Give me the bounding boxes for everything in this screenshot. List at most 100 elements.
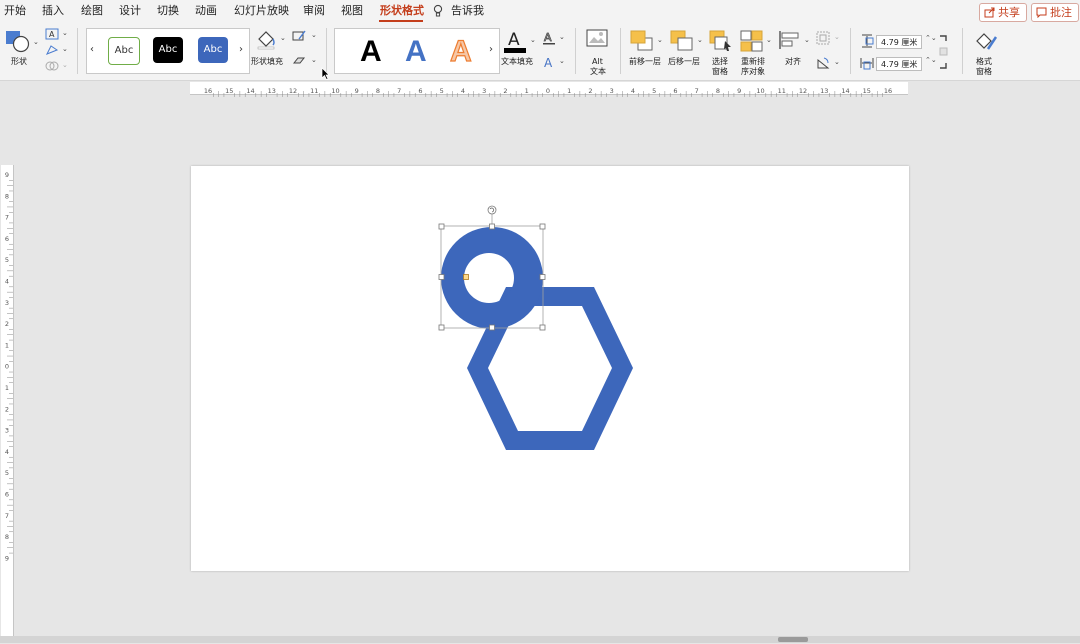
tab-draw[interactable]: 绘图 — [81, 4, 103, 18]
alt-text-icon[interactable] — [586, 29, 610, 51]
svg-text:A: A — [544, 56, 553, 69]
slide-canvas[interactable] — [191, 166, 909, 571]
lock-aspect-ratio-icon[interactable] — [938, 34, 948, 70]
reorder-objects-icon[interactable] — [740, 30, 764, 52]
ruler-label: 7 — [695, 87, 699, 95]
tab-insert[interactable]: 插入 — [42, 4, 64, 18]
tab-animations[interactable]: 动画 — [195, 4, 217, 18]
gallery-prev-icon[interactable]: ‹ — [90, 44, 94, 55]
rotate-icon[interactable] — [816, 56, 830, 70]
svg-text:A: A — [49, 30, 55, 39]
text-fill-label: 文本填充 — [501, 57, 533, 66]
send-backward-dropdown-icon[interactable]: ⌄ — [697, 36, 703, 44]
comment-button[interactable]: 批注 — [1031, 3, 1079, 22]
text-effects-icon[interactable]: A — [542, 55, 556, 69]
text-outline-icon[interactable]: A — [542, 31, 556, 45]
edit-shape-dropdown-icon[interactable]: ⌄ — [62, 45, 68, 53]
ruler-label: 14 — [841, 87, 849, 95]
rotate-handle-icon[interactable] — [487, 205, 497, 215]
shape-effects-icon[interactable] — [292, 55, 306, 67]
text-outline-dropdown-icon[interactable]: ⌄ — [559, 33, 565, 41]
ruler-label: 1 — [567, 87, 571, 95]
selection-pane-icon[interactable] — [709, 30, 733, 52]
bring-forward-dropdown-icon[interactable]: ⌄ — [657, 36, 663, 44]
donut-shape[interactable] — [441, 227, 543, 329]
shapes-label: 形状 — [11, 57, 27, 66]
ruler-label: 9 — [355, 87, 359, 95]
scrollbar-thumb[interactable] — [778, 637, 808, 642]
ruler-label: 0 — [546, 87, 550, 95]
rotate-dropdown-icon[interactable]: ⌄ — [834, 58, 840, 66]
active-tab-indicator — [379, 20, 423, 22]
bring-forward-label: 前移一层 — [629, 57, 661, 66]
wordart-style-orange[interactable]: A — [449, 36, 472, 67]
shape-outline-dropdown-icon[interactable]: ⌄ — [311, 31, 317, 39]
width-stepper-icon[interactable]: ⌃⌄ — [925, 56, 937, 64]
resize-handle-bottom-left[interactable] — [438, 324, 445, 331]
ruler-label: 5 — [5, 469, 9, 477]
format-pane-label-2: 窗格 — [976, 67, 992, 76]
shape-style-blue[interactable]: Abc — [198, 37, 228, 63]
ruler-label: 3 — [610, 87, 614, 95]
wordart-next-icon[interactable]: › — [489, 44, 493, 55]
resize-handle-bottom[interactable] — [489, 324, 495, 331]
resize-handle-top-left[interactable] — [438, 223, 445, 230]
tab-design[interactable]: 设计 — [119, 4, 141, 18]
align-dropdown-icon[interactable]: ⌄ — [804, 36, 810, 44]
group-objects-icon — [816, 31, 830, 45]
ruler-label: 13 — [820, 87, 828, 95]
shape-style-outline[interactable]: Abc — [108, 37, 140, 65]
bring-forward-icon[interactable] — [630, 30, 654, 52]
shape-width-input[interactable]: 4.79 厘米 — [876, 57, 922, 71]
lightbulb-icon[interactable] — [433, 4, 443, 18]
vertical-ruler-ticks: 9 8 7 6 5 4 3 2 1 0 1 2 3 4 5 6 7 8 9 — [5, 171, 13, 562]
reorder-dropdown-icon[interactable]: ⌄ — [766, 36, 772, 44]
tab-shape-format[interactable]: 形状格式 — [380, 4, 424, 18]
text-box-icon[interactable]: A — [45, 28, 59, 40]
send-backward-icon[interactable] — [670, 30, 694, 52]
resize-handle-left[interactable] — [438, 274, 445, 280]
shape-width-icon — [860, 58, 874, 70]
adjust-handle[interactable] — [463, 274, 469, 280]
ruler-label: 12 — [289, 87, 297, 95]
resize-handle-top[interactable] — [489, 223, 495, 230]
svg-text:A: A — [508, 30, 520, 50]
ruler-label: 3 — [482, 87, 486, 95]
horizontal-scrollbar[interactable] — [0, 636, 1080, 643]
resize-handle-right[interactable] — [539, 274, 546, 280]
edit-shape-icon[interactable] — [45, 44, 59, 56]
text-box-dropdown-icon[interactable]: ⌄ — [62, 29, 68, 37]
ruler-label: 8 — [716, 87, 720, 95]
ruler-label: 16 — [204, 87, 212, 95]
shape-outline-icon[interactable] — [292, 30, 306, 42]
share-button[interactable]: 共享 — [979, 3, 1027, 22]
shape-effects-dropdown-icon[interactable]: ⌄ — [311, 56, 317, 64]
shape-height-input[interactable]: 4.79 厘米 — [876, 35, 922, 49]
resize-handle-bottom-right[interactable] — [539, 324, 546, 331]
wordart-style-blue[interactable]: A — [405, 37, 427, 67]
tell-me-search[interactable]: 告诉我 — [451, 4, 484, 18]
align-icon[interactable] — [778, 30, 802, 50]
shapes-dropdown-icon[interactable]: ⌄ — [33, 38, 39, 46]
menu-bar: 开始 插入 绘图 设计 切换 动画 幻灯片放映 审阅 视图 形状格式 告诉我 共… — [0, 0, 1080, 24]
shapes-icon[interactable] — [5, 29, 31, 53]
format-pane-icon[interactable] — [974, 29, 998, 53]
tab-view[interactable]: 视图 — [341, 4, 363, 18]
align-label: 对齐 — [785, 57, 801, 66]
tab-review[interactable]: 审阅 — [303, 4, 325, 18]
wordart-styles-gallery: A A A › — [334, 28, 500, 74]
shape-style-black[interactable]: Abc — [153, 37, 183, 63]
paint-bucket-icon[interactable] — [255, 28, 277, 50]
text-fill-icon[interactable]: A — [503, 28, 527, 54]
resize-handle-top-right[interactable] — [539, 223, 546, 230]
wordart-style-black[interactable]: A — [360, 37, 382, 67]
text-fill-dropdown-icon[interactable]: ⌄ — [530, 36, 536, 44]
gallery-next-icon[interactable]: › — [239, 44, 243, 55]
tab-home[interactable]: 开始 — [4, 4, 26, 18]
shape-height-icon — [862, 34, 874, 48]
text-effects-dropdown-icon[interactable]: ⌄ — [559, 57, 565, 65]
height-stepper-icon[interactable]: ⌃⌄ — [925, 34, 937, 42]
tab-transitions[interactable]: 切换 — [157, 4, 179, 18]
tab-slideshow[interactable]: 幻灯片放映 — [234, 4, 289, 18]
shape-fill-dropdown-icon[interactable]: ⌄ — [280, 34, 286, 42]
